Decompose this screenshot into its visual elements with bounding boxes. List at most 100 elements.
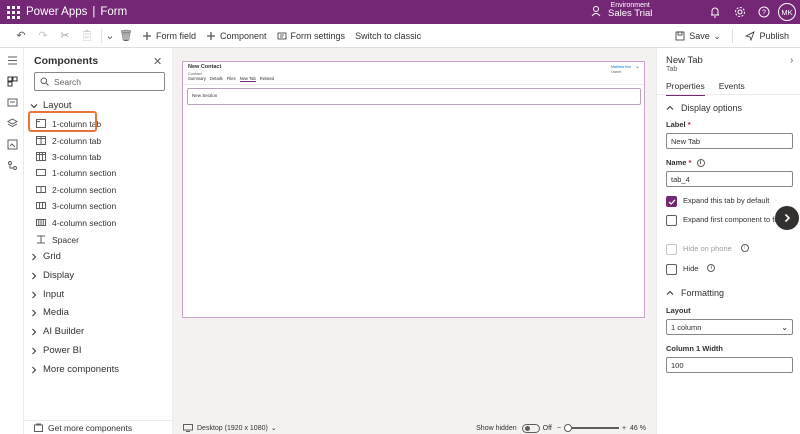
page-name: Form bbox=[100, 6, 128, 18]
info-icon[interactable]: i bbox=[740, 244, 749, 252]
name-input[interactable]: tab_4 bbox=[666, 171, 793, 187]
component-item-2-column-tab[interactable]: 2-column tab bbox=[34, 133, 164, 148]
form-tab-summary[interactable]: Summary bbox=[188, 76, 206, 82]
required-asterisk: * bbox=[688, 158, 692, 167]
user-avatar[interactable]: MK bbox=[778, 3, 796, 21]
properties-panel: New Tab Tab › Properties Events Display … bbox=[656, 48, 800, 434]
form-preview[interactable]: New Contact Contact Matthew Kim Owner ⌄ … bbox=[182, 61, 645, 318]
waffle-menu-icon[interactable] bbox=[0, 0, 26, 24]
component-item-4-column-section[interactable]: 4-column section bbox=[34, 215, 164, 230]
toggle-state: Off bbox=[542, 424, 552, 432]
chevron-right-icon bbox=[32, 291, 37, 298]
component-item-2-column-section[interactable]: 2-column section bbox=[34, 182, 164, 197]
ai-builder-section-header[interactable]: AI Builder bbox=[30, 326, 84, 337]
title-separator: | bbox=[92, 6, 96, 18]
two-column-tab-icon bbox=[36, 136, 46, 145]
table-columns-nav-icon[interactable] bbox=[0, 92, 24, 113]
header-expand-chevron-icon[interactable]: ⌄ bbox=[635, 63, 640, 70]
publish-button[interactable]: Publish bbox=[740, 24, 794, 48]
component-item-label: 2-column section bbox=[52, 184, 117, 195]
app-name[interactable]: Power Apps bbox=[26, 6, 87, 18]
form-settings-button[interactable]: Form settings bbox=[272, 24, 351, 48]
show-hidden-label: Show hidden bbox=[476, 424, 517, 432]
expand-default-option[interactable]: Expand this tab by default bbox=[666, 196, 796, 207]
display-section-header[interactable]: Display bbox=[30, 270, 74, 281]
business-rules-icon[interactable] bbox=[0, 155, 24, 176]
layers-tree-icon[interactable] bbox=[0, 113, 24, 134]
component-item-spacer[interactable]: Spacer bbox=[34, 232, 164, 247]
expand-default-checkbox[interactable] bbox=[666, 196, 677, 207]
hide-checkbox[interactable] bbox=[666, 264, 677, 275]
zoom-in-icon[interactable]: + bbox=[622, 425, 626, 432]
form-section-new[interactable]: New Section bbox=[187, 88, 641, 105]
form-field-label: Form field bbox=[156, 30, 197, 41]
left-nav-rail bbox=[0, 48, 24, 434]
collapse-panel-chevron-icon[interactable]: › bbox=[790, 55, 793, 66]
redo-icon[interactable]: ↷ bbox=[32, 24, 54, 48]
save-button[interactable]: Save ⌄ bbox=[670, 24, 725, 48]
expand-first-checkbox[interactable] bbox=[666, 215, 677, 226]
component-item-1-column-section[interactable]: 1-column section bbox=[34, 165, 164, 180]
zoom-out-icon[interactable]: − bbox=[557, 425, 561, 432]
zoom-slider[interactable] bbox=[563, 424, 619, 432]
notification-bell-icon[interactable] bbox=[708, 5, 722, 19]
component-button[interactable]: Component bbox=[201, 24, 272, 48]
delete-icon[interactable]: 🗑︎ bbox=[115, 24, 137, 48]
column-width-input[interactable]: 100 bbox=[666, 357, 793, 373]
get-more-components-link[interactable]: Get more components bbox=[24, 420, 173, 434]
show-hidden-toggle[interactable] bbox=[521, 423, 540, 433]
close-icon[interactable]: ✕ bbox=[153, 55, 162, 68]
undo-icon[interactable]: ↶ bbox=[10, 24, 32, 48]
highlight-callout bbox=[28, 111, 97, 132]
info-icon[interactable]: i bbox=[707, 264, 716, 272]
media-section-header[interactable]: Media bbox=[30, 307, 69, 318]
expand-panel-button[interactable] bbox=[775, 206, 799, 230]
switch-to-classic-button[interactable]: Switch to classic bbox=[350, 24, 426, 48]
label-input[interactable]: New Tab bbox=[666, 133, 793, 149]
device-selector[interactable]: Desktop (1920 x 1080) bbox=[197, 425, 268, 432]
info-icon[interactable]: i bbox=[696, 159, 705, 168]
paste-options-chevron-icon[interactable]: ⌄ bbox=[105, 24, 115, 48]
more-components-section-header[interactable]: More components bbox=[30, 364, 119, 375]
layout-dropdown[interactable]: 1 column ⌄ bbox=[666, 319, 793, 335]
device-chevron-icon[interactable]: ⌄ bbox=[271, 424, 277, 432]
three-column-tab-icon bbox=[36, 152, 46, 161]
grid-section-header[interactable]: Grid bbox=[30, 251, 61, 262]
form-field-button[interactable]: Form field bbox=[137, 24, 201, 48]
app-title: Power Apps | Form bbox=[26, 6, 127, 18]
component-item-3-column-section[interactable]: 3-column section bbox=[34, 198, 164, 213]
input-section-header[interactable]: Input bbox=[30, 289, 64, 300]
props-divider bbox=[657, 94, 800, 95]
chevron-right-icon bbox=[32, 347, 37, 354]
form-tab-files[interactable]: Files bbox=[227, 76, 236, 82]
form-tab-related[interactable]: Related bbox=[260, 76, 274, 82]
get-more-label: Get more components bbox=[48, 422, 133, 433]
search-input[interactable] bbox=[54, 76, 154, 87]
save-chevron-icon[interactable]: ⌄ bbox=[714, 32, 721, 41]
power-bi-section-header[interactable]: Power BI bbox=[30, 345, 82, 356]
environment-picker[interactable]: Environment Sales Trial bbox=[590, 2, 652, 19]
form-tab-new-tab[interactable]: New Tab bbox=[239, 76, 256, 82]
group-label: Display bbox=[43, 270, 75, 281]
layout-section-header[interactable]: Layout bbox=[30, 100, 72, 111]
components-nav-icon[interactable] bbox=[0, 71, 24, 92]
hide-option[interactable]: Hide i bbox=[666, 264, 796, 275]
paste-icon[interactable]: 📋︎ bbox=[76, 24, 98, 48]
desktop-icon bbox=[183, 424, 193, 432]
component-item-3-column-tab[interactable]: 3-column tab bbox=[34, 149, 164, 164]
hide-on-phone-option[interactable]: Hide on phone i bbox=[666, 244, 796, 255]
chevron-right-icon bbox=[784, 213, 791, 223]
props-title: New Tab bbox=[666, 55, 703, 66]
search-box[interactable] bbox=[34, 72, 165, 91]
cut-icon[interactable]: ✂ bbox=[54, 24, 76, 48]
four-column-section-icon bbox=[36, 219, 46, 226]
command-bar-right: Save ⌄ Publish bbox=[670, 24, 794, 48]
form-libraries-icon[interactable] bbox=[0, 134, 24, 155]
hamburger-menu-icon[interactable] bbox=[0, 50, 24, 71]
form-tab-details[interactable]: Details bbox=[210, 76, 223, 82]
display-options-header[interactable]: Display options bbox=[666, 103, 742, 113]
formatting-header[interactable]: Formatting bbox=[666, 288, 724, 298]
hide-on-phone-checkbox[interactable] bbox=[666, 244, 677, 255]
help-icon[interactable]: ? bbox=[757, 5, 771, 19]
settings-gear-icon[interactable] bbox=[733, 5, 747, 19]
